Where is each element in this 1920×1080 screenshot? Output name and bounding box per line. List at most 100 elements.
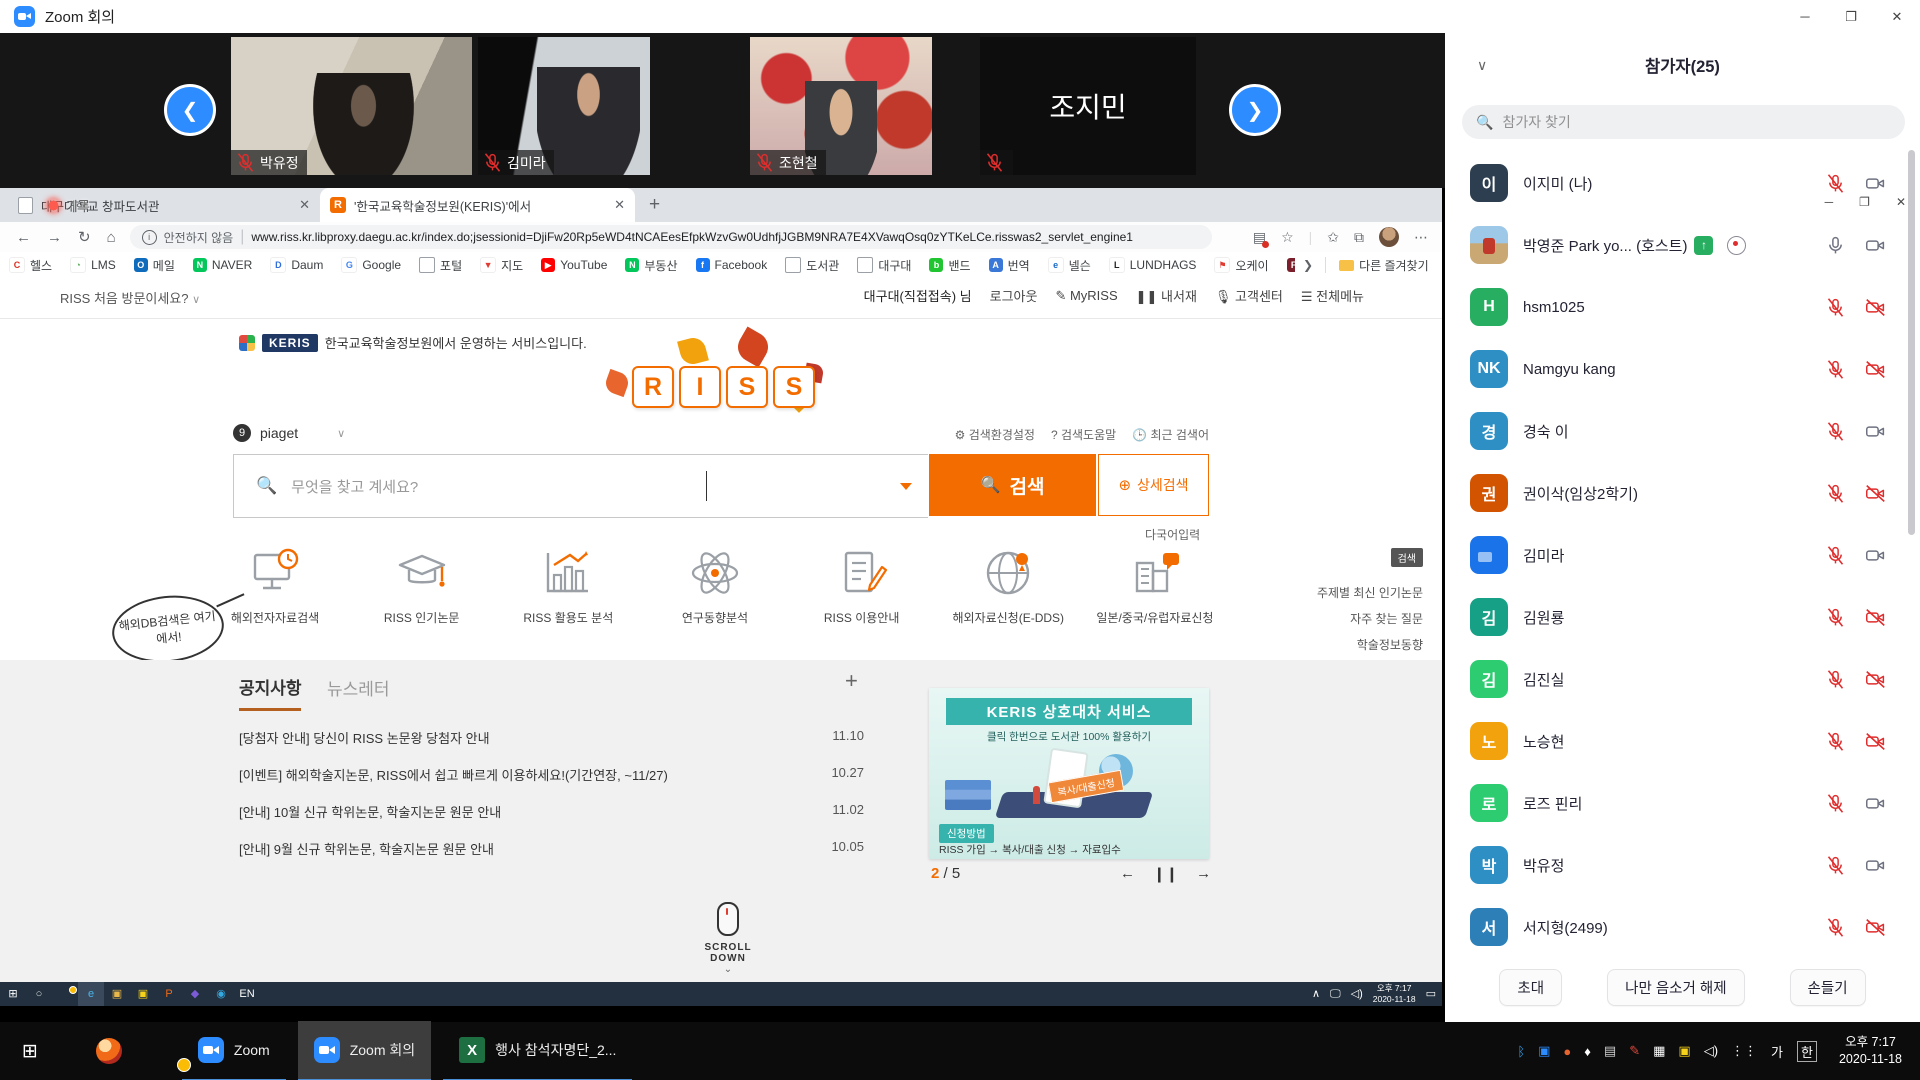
keris-banner[interactable]: KERIS 상호대차 서비스 클릭 한번으로 도서관 100% 활용하기 복사/… [929, 688, 1209, 859]
bookmark-item[interactable]: GGoogle [332, 257, 410, 273]
site-permission-icon[interactable]: ▤ [1253, 229, 1266, 246]
participant-row[interactable]: 권권이삭(임상2학기) [1445, 462, 1920, 524]
taskbar-app-excel[interactable]: X행사 참석자명단_2... [443, 1021, 632, 1080]
address-bar[interactable]: i 안전하지 않음 | www.riss.kr.libproxy.daegu.a… [130, 225, 1212, 249]
bookmark-item[interactable]: N부동산 [616, 257, 686, 274]
tab-close-icon[interactable]: ✕ [614, 197, 625, 213]
pinned-app-icon[interactable] [96, 1038, 122, 1064]
tray-icon[interactable]: ▣ [1538, 1043, 1550, 1059]
tray-icon[interactable]: ▦ [1653, 1043, 1665, 1059]
riss-logo[interactable]: RISS [620, 344, 825, 418]
mic-muted-icon[interactable] [1825, 297, 1846, 318]
participant-row[interactable]: 박박유정 [1445, 834, 1920, 896]
browser-minimize-button[interactable]: ─ [1825, 195, 1834, 209]
camera-off-icon[interactable] [1863, 607, 1888, 628]
bookmark-item[interactable]: DDaum [261, 257, 332, 273]
bookmark-item[interactable]: NNAVER [184, 258, 261, 272]
zoom-close-button[interactable]: ✕ [1874, 0, 1920, 33]
taskbar-app-zoom[interactable]: Zoom 회의 [298, 1021, 431, 1080]
camera-off-icon[interactable] [1863, 297, 1888, 318]
shared-taskbar-app-icon[interactable]: ▣ [104, 982, 130, 1006]
participant-row[interactable]: 경경숙 이 [1445, 400, 1920, 462]
profile-avatar[interactable] [1379, 227, 1399, 247]
notice-row[interactable]: [당첨자 안내] 당신이 RISS 논문왕 당첨자 안내11.10 [239, 728, 864, 747]
mic-muted-icon[interactable] [1825, 607, 1846, 628]
notice-row[interactable]: [안내] 9월 신규 학위논문, 학술지논문 원문 안내10.05 [239, 839, 864, 858]
camera-on-icon[interactable] [1863, 173, 1888, 194]
riss-user-link[interactable]: 🎙 고객센터 [1215, 286, 1283, 305]
bookmark-item[interactable]: ▶YouTube [532, 258, 616, 272]
lang-indicator[interactable]: 가 [1771, 1042, 1783, 1061]
bookmark-item[interactable]: LLUNDHAGS [1100, 257, 1206, 273]
tray-icon[interactable]: ▣ [1678, 1043, 1690, 1059]
riss-user-link[interactable]: ❚❚ 내서재 [1136, 286, 1197, 305]
ime-indicator[interactable]: 한 [1797, 1041, 1817, 1062]
collections-icon[interactable]: ⧉ [1354, 229, 1364, 246]
camera-off-icon[interactable] [1863, 731, 1888, 752]
next-videos-button[interactable]: ❯ [1229, 84, 1281, 136]
taskbar-app-zoom[interactable]: Zoom [182, 1021, 286, 1080]
mic-muted-icon[interactable] [1825, 917, 1846, 938]
video-tile[interactable]: 조현철 [750, 37, 932, 175]
browser-close-button[interactable]: ✕ [1896, 195, 1906, 209]
bookmark-item[interactable]: 도서관 [776, 257, 848, 274]
banner-pause-icon[interactable]: ❙❙ [1153, 865, 1178, 883]
shared-taskbar-app-icon[interactable]: ⊞ [0, 982, 26, 1006]
bookmarks-overflow-icon[interactable]: ❯ [1295, 258, 1321, 272]
search-button[interactable]: 🔍검색 [929, 454, 1096, 516]
bookmark-item[interactable]: ◔LMS [61, 257, 125, 273]
mic-muted-icon[interactable] [1825, 793, 1846, 814]
participant-row[interactable]: 서서지형(2499) [1445, 896, 1920, 958]
participant-search-input[interactable]: 🔍 참가자 찾기 [1462, 105, 1905, 139]
bookmark-item[interactable]: ▼지도 [471, 257, 532, 274]
tray-icon[interactable]: ᛒ [1517, 1044, 1525, 1059]
bookmark-item[interactable]: 포털 [410, 257, 471, 274]
tray-icon[interactable]: ● [1563, 1044, 1571, 1059]
keyword-row[interactable]: 9 piaget ∨ [233, 424, 345, 442]
zoom-minimize-button[interactable]: ─ [1782, 0, 1828, 33]
tray-display-icon[interactable]: 🖵 [1330, 982, 1341, 1006]
riss-user-link[interactable]: ☰ 전체메뉴 [1301, 286, 1364, 305]
favorite-star-icon[interactable]: ☆ [1281, 229, 1294, 246]
camera-on-icon[interactable] [1863, 235, 1888, 256]
tray-icon[interactable]: ⋮⋮ [1731, 1043, 1757, 1059]
camera-off-icon[interactable] [1863, 917, 1888, 938]
side-link[interactable]: 학술정보동향 [1317, 636, 1423, 653]
bookmark-item[interactable]: C헬스 [0, 257, 61, 274]
other-bookmarks-folder[interactable]: 다른 즐겨찾기 [1330, 257, 1438, 274]
shared-taskbar-app-icon[interactable]: e [78, 982, 104, 1006]
bookmark-item[interactable]: 대구대 [848, 257, 920, 274]
quick-link-chart[interactable]: RISS 활용도 분석 [503, 545, 633, 626]
notice-more-button[interactable]: + [845, 668, 858, 694]
search-setting-link[interactable]: ? 검색도움말 [1051, 426, 1116, 443]
shared-taskbar-app-icon[interactable]: EN [234, 982, 260, 1006]
shared-taskbar-app-icon[interactable]: ○ [26, 982, 52, 1006]
tab-newsletter[interactable]: 뉴스레터 [327, 675, 390, 700]
mic-on-icon[interactable] [1825, 235, 1846, 256]
search-setting-link[interactable]: ⚙ 검색환경설정 [955, 426, 1035, 443]
unmute-me-button[interactable]: 나만 음소거 해제 [1607, 969, 1744, 1006]
video-tile[interactable]: 조지민 [980, 37, 1196, 175]
quick-link-doc[interactable]: RISS 이용안내 [797, 545, 927, 626]
search-setting-link[interactable]: 🕒 최근 검색어 [1132, 426, 1209, 443]
participant-row[interactable]: NKNamgyu kang [1445, 338, 1920, 400]
side-link[interactable]: 자주 찾는 질문 [1317, 610, 1423, 627]
riss-user-link[interactable]: ✎ MyRISS [1055, 288, 1117, 304]
tray-icon[interactable]: ◁) [1704, 1043, 1718, 1059]
browser-maximize-button[interactable]: ❐ [1859, 195, 1870, 209]
riss-user-link[interactable]: 로그아웃 [990, 286, 1038, 305]
bookmark-item[interactable]: O메일 [125, 257, 184, 274]
tab-close-icon[interactable]: ✕ [299, 197, 310, 213]
camera-off-icon[interactable] [1863, 359, 1888, 380]
zoom-maximize-button[interactable]: ❐ [1828, 0, 1874, 33]
invite-button[interactable]: 초대 [1499, 969, 1562, 1006]
mic-muted-icon[interactable] [1825, 731, 1846, 752]
notification-icon[interactable]: ▭ [1426, 982, 1436, 1006]
camera-on-icon[interactable] [1863, 793, 1888, 814]
advanced-search-button[interactable]: ⊕상세검색 [1098, 454, 1209, 516]
shared-taskbar-app-icon[interactable] [52, 982, 78, 1006]
bookmark-item[interactable]: fFacebook [687, 258, 777, 272]
riss-visit-prompt[interactable]: RISS 처음 방문이세요? ∨ [60, 288, 200, 307]
mic-muted-icon[interactable] [1825, 359, 1846, 380]
side-link[interactable]: 주제별 최신 인기논문 [1317, 584, 1423, 601]
